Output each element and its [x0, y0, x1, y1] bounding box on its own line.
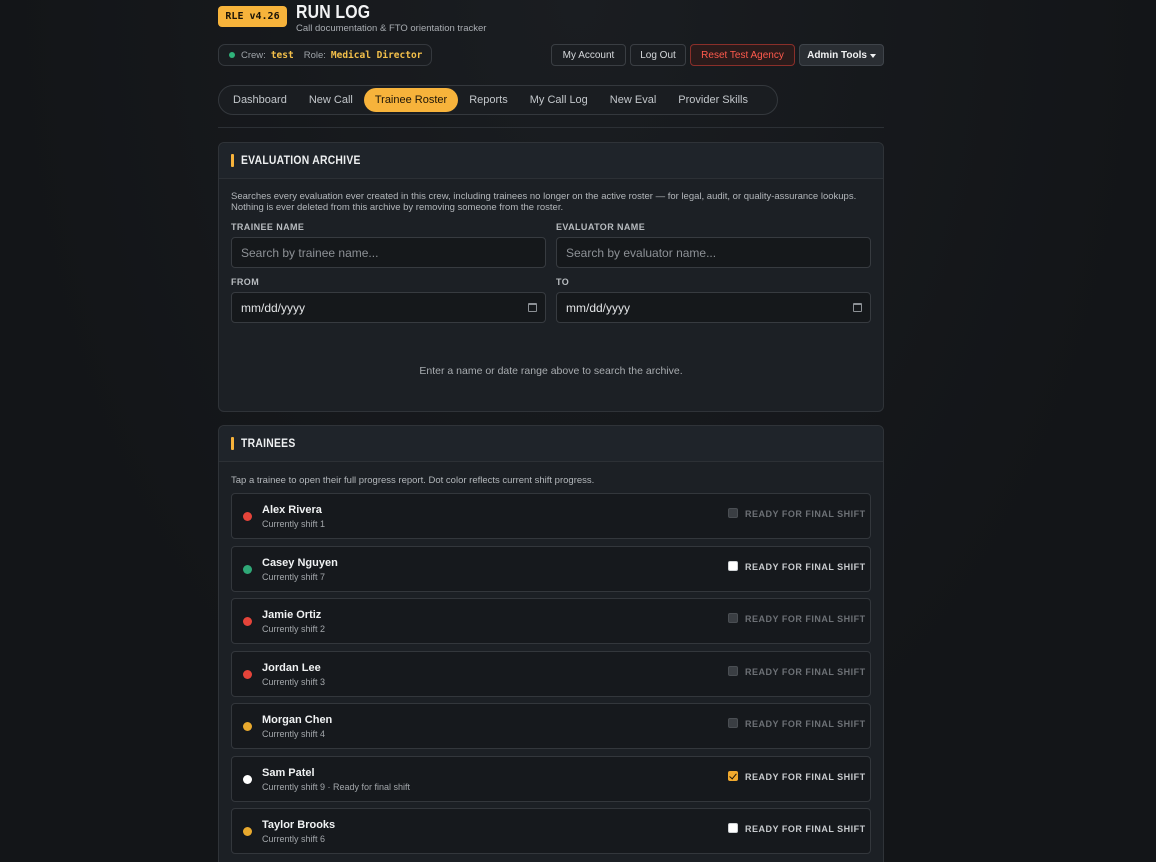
- trainee-name: Sam Patel: [262, 766, 315, 779]
- trainee-name: Morgan Chen: [262, 714, 333, 726]
- trainee-shift: Currently shift 4: [262, 729, 326, 739]
- trainee-shift: Currently shift 2: [262, 624, 326, 634]
- tab-trainee-roster[interactable]: Trainee Roster: [363, 88, 459, 112]
- to-date-label: TO: [556, 277, 570, 287]
- trainee-name: Jamie Ortiz: [262, 609, 322, 621]
- trainee-name: Taylor Brooks: [262, 819, 336, 831]
- progress-status-dot: [243, 722, 252, 731]
- archive-empty-message: Enter a name or date range above to sear…: [419, 365, 683, 377]
- card-title: TRAINEES: [241, 437, 296, 450]
- trainee-row[interactable]: Alex Rivera Currently shift 1 READY FOR FI…: [231, 493, 871, 539]
- trainee-shift: Currently shift 1: [262, 519, 326, 529]
- calendar-icon[interactable]: [528, 303, 537, 312]
- online-status-icon: [229, 52, 235, 58]
- ready-for-final-shift-label: READY FOR FINAL SHIFT: [745, 561, 866, 572]
- role-label: Role:: [303, 49, 326, 61]
- progress-status-dot: [243, 774, 252, 784]
- ready-for-final-shift-checkbox: [728, 613, 738, 623]
- trainee-row[interactable]: Sam Patel Currently shift 9 · Ready for f…: [231, 755, 871, 802]
- trainee-row[interactable]: Jamie Ortiz Currently shift 2 READY FOR FI…: [231, 598, 871, 644]
- card-title: EVALUATION ARCHIVE: [241, 154, 361, 167]
- session-toolbar: Crew: test Role: Medical Director My Acc…: [218, 44, 884, 78]
- ready-for-final-shift-checkbox: [728, 508, 738, 518]
- evaluator-name-search-input[interactable]: [556, 237, 871, 268]
- tab-new-eval[interactable]: New Eval: [599, 88, 667, 112]
- from-date-input[interactable]: mm/dd/yyyy: [231, 292, 546, 323]
- version-badge: RLE v4.26: [218, 6, 287, 27]
- progress-status-dot: [243, 617, 252, 626]
- evaluator-name-label: EVALUATOR NAME: [556, 222, 646, 232]
- progress-status-dot: [243, 669, 252, 679]
- role-value: Medical Director: [330, 49, 423, 61]
- admin-tools-label: Admin Tools: [807, 49, 867, 61]
- trainee-shift: Currently shift 9 · Ready for final shif…: [262, 781, 411, 792]
- ready-for-final-shift-label: READY FOR FINAL SHIFT: [745, 824, 866, 834]
- tab-new-call[interactable]: New Call: [298, 88, 364, 112]
- trainee-row[interactable]: Casey Nguyen Currently shift 7 READY FOR F…: [231, 545, 871, 592]
- my-account-button[interactable]: My Account: [551, 44, 626, 66]
- main-nav-tabs: Dashboard New Call Trainee Roster Report…: [218, 85, 778, 115]
- trainee-row[interactable]: Jordan Lee Currently shift 3 READY FOR FIN…: [231, 650, 871, 697]
- trainees-description: Tap a trainee to open their full progres…: [231, 475, 595, 486]
- app-title: RUN LOG: [296, 2, 371, 22]
- trainee-shift: Currently shift 3: [262, 676, 326, 687]
- accent-bar: [231, 154, 234, 167]
- evaluation-archive-card: EVALUATION ARCHIVE Searches every evalua…: [218, 142, 884, 412]
- trainee-name: Casey Nguyen: [262, 556, 338, 569]
- divider: [218, 127, 884, 128]
- calendar-icon[interactable]: [853, 303, 862, 312]
- ready-for-final-shift-label: READY FOR FINAL SHIFT: [745, 719, 866, 729]
- ready-for-final-shift-label: READY FOR FINAL SHIFT: [745, 666, 866, 677]
- log-out-button[interactable]: Log Out: [630, 44, 686, 66]
- reset-test-agency-button[interactable]: Reset Test Agency: [690, 44, 795, 66]
- app-subtitle: Call documentation & FTO orientation tra…: [296, 23, 487, 34]
- trainees-card: TRAINEES Tap a trainee to open their ful…: [218, 425, 884, 862]
- ready-for-final-shift-checkbox: [728, 718, 738, 728]
- progress-status-dot: [243, 512, 252, 521]
- tab-my-call-log[interactable]: My Call Log: [519, 88, 599, 112]
- to-date-value: mm/dd/yyyy: [566, 300, 631, 315]
- tab-reports[interactable]: Reports: [458, 88, 519, 112]
- ready-for-final-shift-checkbox[interactable]: [728, 770, 738, 781]
- tab-provider-skills[interactable]: Provider Skills: [667, 88, 759, 112]
- crew-value: test: [270, 49, 294, 61]
- admin-tools-dropdown[interactable]: Admin Tools: [799, 44, 884, 66]
- progress-status-dot: [243, 827, 252, 836]
- progress-status-dot: [243, 564, 252, 574]
- trainee-row[interactable]: Morgan Chen Currently shift 4 READY FOR FI…: [231, 703, 871, 749]
- app-header: RLE v4.26 RUN LOG Call documentation & F…: [218, 0, 884, 38]
- card-header: TRAINEES: [219, 426, 883, 462]
- ready-for-final-shift-checkbox: [728, 665, 738, 676]
- trainee-name: Alex Rivera: [262, 504, 322, 516]
- trainee-name: Jordan Lee: [262, 661, 321, 674]
- session-info: Crew: test Role: Medical Director: [218, 44, 432, 66]
- to-date-input[interactable]: mm/dd/yyyy: [556, 292, 871, 323]
- ready-for-final-shift-label: READY FOR FINAL SHIFT: [745, 509, 866, 519]
- app-container: RLE v4.26 RUN LOG Call documentation & F…: [218, 0, 884, 862]
- accent-bar: [231, 437, 234, 450]
- trainee-name-search-input[interactable]: [231, 237, 546, 268]
- archive-description: Searches every evaluation ever created i…: [231, 191, 857, 213]
- ready-for-final-shift-label: READY FOR FINAL SHIFT: [745, 614, 866, 624]
- ready-for-final-shift-checkbox[interactable]: [728, 823, 738, 833]
- chevron-down-icon: [869, 53, 876, 58]
- trainee-row[interactable]: Taylor Brooks Currently shift 6 READY FOR …: [231, 808, 871, 854]
- tab-dashboard[interactable]: Dashboard: [222, 88, 298, 112]
- card-header: EVALUATION ARCHIVE: [219, 143, 883, 179]
- from-date-value: mm/dd/yyyy: [241, 300, 306, 315]
- trainee-name-label: TRAINEE NAME: [231, 222, 305, 232]
- from-date-label: FROM: [231, 277, 260, 287]
- trainee-shift: Currently shift 7: [262, 571, 326, 582]
- trainee-shift: Currently shift 6: [262, 834, 326, 844]
- ready-for-final-shift-label: READY FOR FINAL SHIFT: [745, 771, 866, 782]
- ready-for-final-shift-checkbox[interactable]: [728, 560, 738, 571]
- crew-label: Crew:: [241, 49, 266, 61]
